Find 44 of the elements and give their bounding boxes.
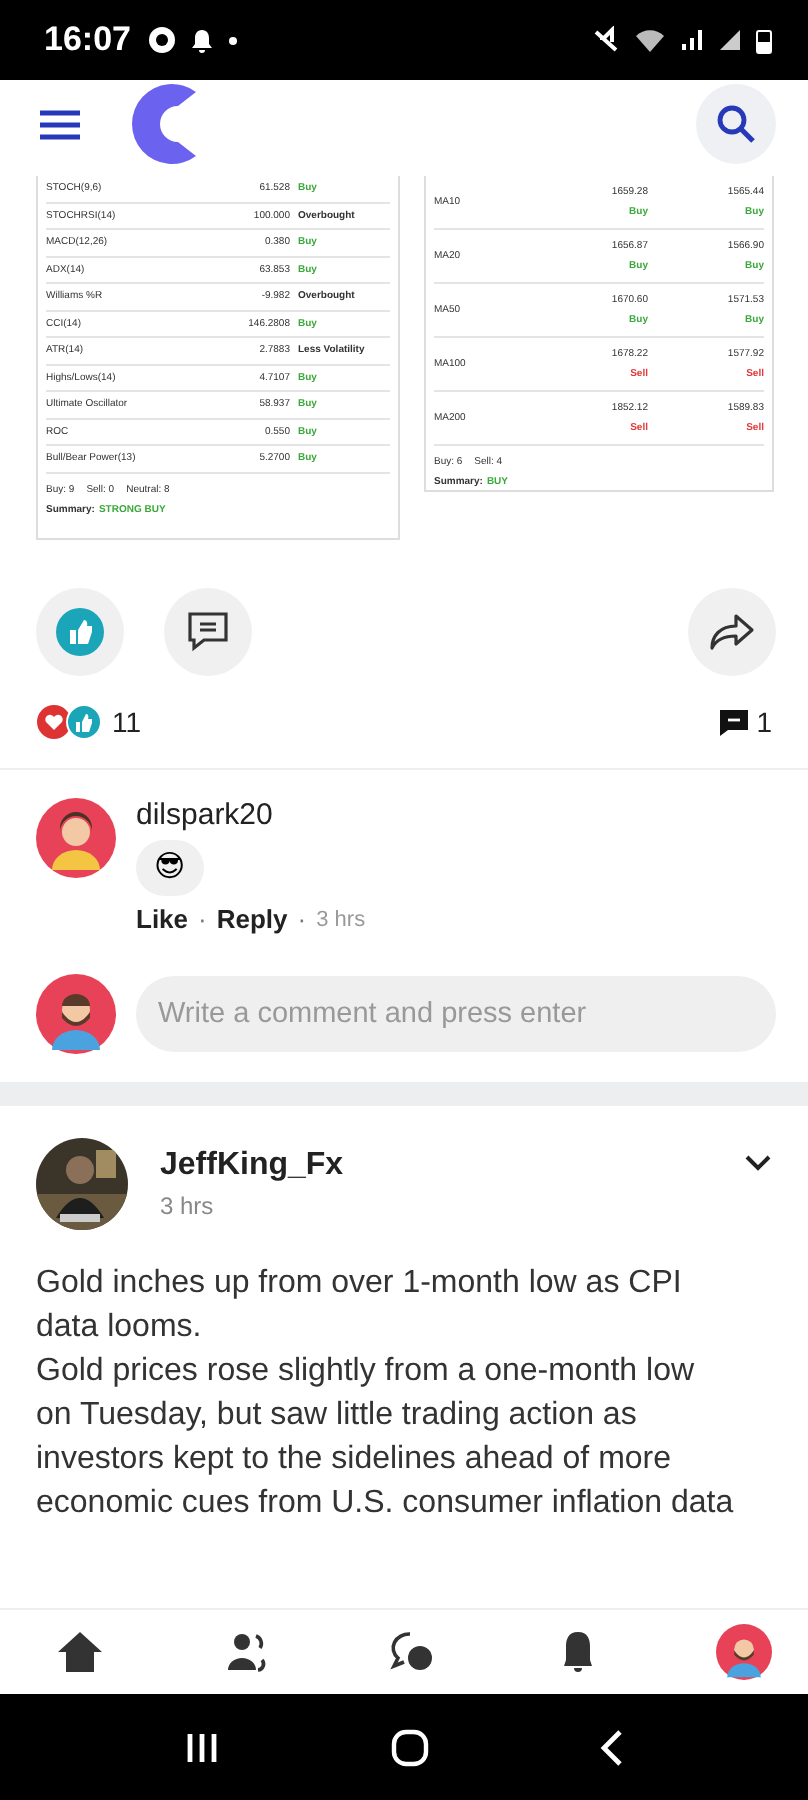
reaction-count: 11 [112,706,142,738]
battery-icon [756,27,772,53]
status-time: 16:07 [44,20,131,60]
thumbs-up-icon [56,608,104,656]
comment-button[interactable] [164,588,252,676]
comment-action-link[interactable]: Like [136,904,189,934]
home-button-icon[interactable] [389,1727,430,1767]
people-icon[interactable] [223,1630,271,1674]
comment-action-link[interactable]: Reply [216,904,288,934]
avatar-icon [36,798,116,878]
reaction-icons [36,704,104,740]
like-button[interactable] [36,588,124,676]
chevron-down-icon[interactable] [744,1154,772,1172]
share-icon [708,612,756,652]
search-button[interactable] [696,84,776,164]
post-text: Gold inches up from over 1-month low as CPI data looms. [36,1264,684,1348]
avatar-icon [36,974,116,1054]
recent-apps-icon[interactable] [184,1731,221,1763]
bell-icon [190,27,215,53]
comment-input[interactable]: Write a comment and press enter [136,976,776,1052]
separator-dot: · [297,904,307,934]
back-icon[interactable] [599,1727,624,1767]
comment-emoji: 😎 [136,840,204,896]
share-button[interactable] [688,588,776,676]
post-text: Gold prices rose slightly from a one-month low on Tuesday, but saw little trading action as investors kept to the sidelines ahead of more economic cues from U.S. consumer inflation data [36,1352,736,1524]
post-time: 3 hrs [160,1192,216,1220]
post-author: JeffKing_Fx [160,1148,344,1184]
separator-dot: · [198,904,207,934]
wifi-icon [634,27,666,53]
comment-time: 3 hrs [316,907,366,931]
comment-icon [720,709,749,735]
signal-icon [718,28,742,52]
mute-icon [592,26,620,54]
dot-icon [228,35,239,45]
comment-count: 1 [756,706,772,738]
signal-icon [680,28,704,52]
chat-icon[interactable] [390,1630,438,1674]
avatar-icon[interactable] [716,1624,772,1680]
comment-icon [184,610,232,654]
comment-author: dilspark20 [136,798,273,832]
notification-icon [148,26,177,54]
home-icon[interactable] [56,1630,104,1674]
search-icon [716,104,756,144]
menu-icon[interactable] [40,109,80,139]
